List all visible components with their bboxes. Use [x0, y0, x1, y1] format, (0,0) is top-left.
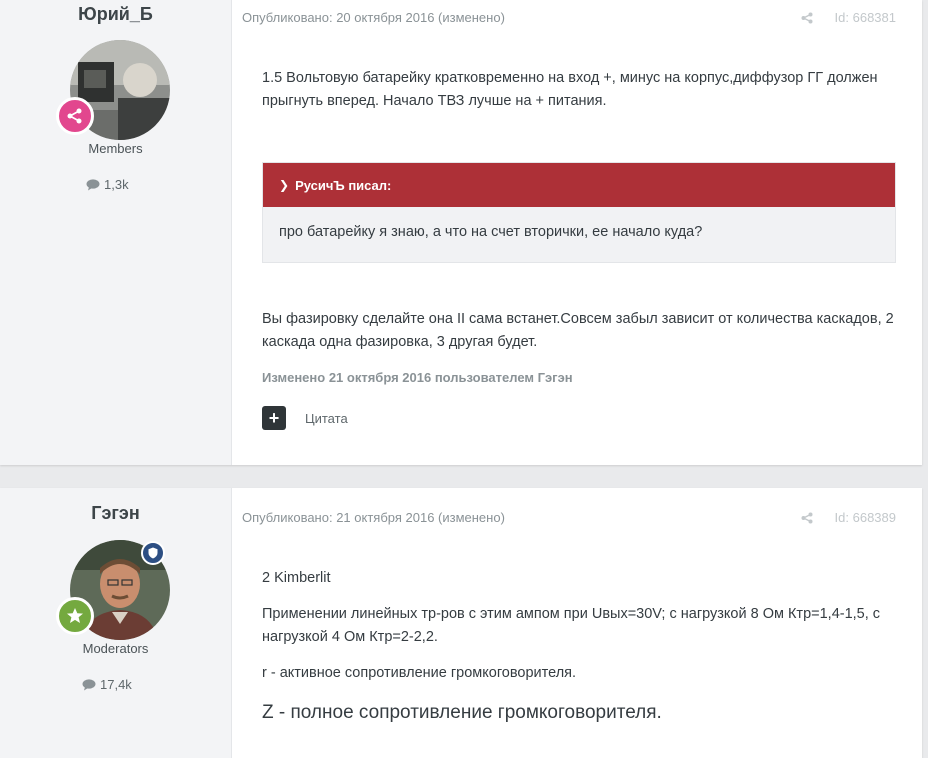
- shield-icon: [148, 547, 158, 559]
- post-line: Z - полное сопротивление громкоговорител…: [262, 702, 662, 723]
- post-meta: Опубликовано: 21 октября 2016 (изменено)…: [242, 510, 896, 525]
- reputation: 17,4k: [82, 677, 132, 692]
- star-icon: [67, 608, 83, 623]
- quote-button[interactable]: Цитата: [305, 411, 348, 426]
- author-name[interactable]: Гэгэн: [0, 503, 231, 524]
- share-icon: [801, 512, 813, 523]
- reputation-count: 17,4k: [100, 677, 132, 692]
- quote-header[interactable]: ❯ РусичЪ писал:: [263, 163, 895, 207]
- avatar-container: [56, 40, 170, 140]
- share-button[interactable]: [801, 12, 813, 24]
- reputation-count: 1,3k: [104, 177, 129, 192]
- post: Гэгэн Moderators 17,4k Опубликовано: 21 …: [0, 488, 922, 758]
- multiquote-button[interactable]: +: [262, 406, 286, 430]
- quote-text: про батарейку я знаю, а что на счет втор…: [279, 224, 703, 240]
- share-nodes-icon: [67, 108, 82, 124]
- comment-icon: [86, 178, 100, 190]
- author-name[interactable]: Юрий_Б: [0, 4, 231, 25]
- rank-badge: [56, 97, 94, 135]
- author-group: Members: [88, 141, 143, 156]
- quote-author: РусичЪ писал:: [295, 177, 392, 193]
- share-icon: [801, 12, 813, 23]
- moderator-badge: [141, 541, 165, 565]
- post-line: Применении линейных тр-ров с этим ампом …: [262, 606, 881, 645]
- chevron-down-icon: ❯: [279, 178, 290, 192]
- author-panel: Юрий_Б Members 1,3k: [0, 0, 232, 465]
- post-meta: Опубликовано: 20 октября 2016 (изменено)…: [242, 10, 896, 25]
- author-panel: Гэгэн Moderators 17,4k: [0, 488, 232, 758]
- post: Юрий_Б Members 1,3k Опубликовано: 20 окт…: [0, 0, 922, 465]
- comment-icon: [82, 678, 96, 690]
- quote-block: ❯ РусичЪ писал: про батарейку я знаю, а …: [262, 162, 896, 263]
- post-id: Id: 668389: [834, 510, 896, 525]
- post-content: Опубликовано: 20 октября 2016 (изменено)…: [232, 0, 922, 465]
- rank-badge: [56, 597, 94, 635]
- avatar-container: [56, 540, 170, 640]
- post-line: r - активное сопротивление громкоговорит…: [262, 665, 577, 681]
- post-id: Id: 668381: [834, 10, 896, 25]
- edited-note: Изменено 21 октября 2016 пользователем Г…: [262, 370, 573, 385]
- post-paragraph: 1.5 Вольтовую батарейку кратковременно н…: [262, 70, 878, 109]
- post-paragraph: Вы фазировку сделайте она II сама встане…: [262, 311, 894, 350]
- share-button[interactable]: [801, 512, 813, 524]
- post-content: Опубликовано: 21 октября 2016 (изменено)…: [232, 488, 922, 758]
- post-date[interactable]: Опубликовано: 21 октября 2016 (изменено): [242, 510, 801, 525]
- post-line: 2 Kimberlit: [262, 570, 331, 586]
- post-actions: + Цитата: [262, 406, 348, 430]
- author-group: Moderators: [82, 641, 149, 656]
- reputation: 1,3k: [86, 177, 129, 192]
- plus-icon: +: [268, 408, 280, 428]
- post-date[interactable]: Опубликовано: 20 октября 2016 (изменено): [242, 10, 801, 25]
